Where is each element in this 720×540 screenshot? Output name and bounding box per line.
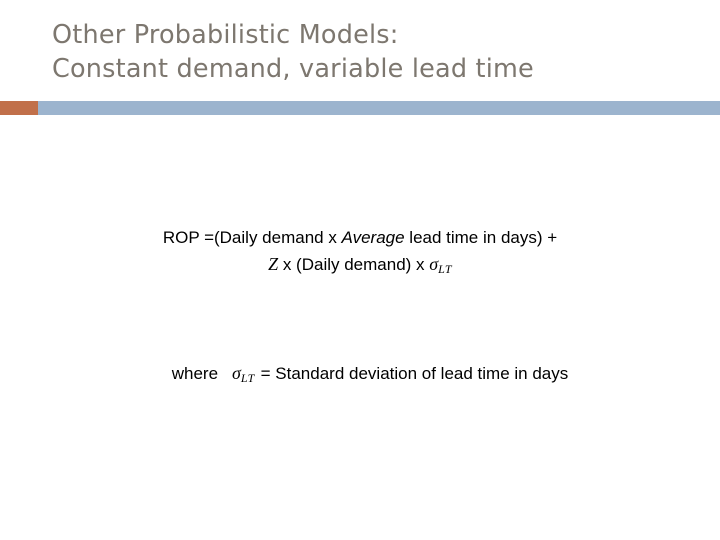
divider-main-bar [38, 101, 720, 115]
rop-formula-sigma-symbol: σ [429, 254, 439, 274]
rop-formula-z-symbol: Z [268, 254, 279, 274]
where-sigma-subscript: LT [240, 371, 255, 385]
where-definition: where σLT = Standard deviation of lead tim… [60, 360, 680, 391]
where-label: where [171, 364, 219, 383]
rop-formula-italic-average: Average [341, 228, 405, 247]
divider-accent-block [0, 101, 38, 115]
slide: Other Probabilistic Models: Constant dem… [0, 0, 720, 540]
rop-formula-sigma-subscript: LT [438, 262, 452, 276]
rop-formula: ROP =(Daily demand x Average lead time i… [60, 225, 660, 282]
slide-title: Other Probabilistic Models: Constant dem… [52, 18, 702, 86]
rop-formula-text-3: x (Daily demand) x [278, 255, 430, 274]
rop-formula-line-2: Z x (Daily demand) x σLT [60, 251, 660, 282]
rop-formula-text-1: ROP =(Daily demand x [162, 228, 342, 247]
where-definition-text: = Standard deviation of lead time in day… [260, 364, 569, 383]
rop-formula-text-2: lead time in days) + [404, 228, 558, 247]
title-divider [0, 101, 720, 115]
slide-body: ROP =(Daily demand x Average lead time i… [0, 115, 720, 540]
rop-formula-line-1: ROP =(Daily demand x Average lead time i… [60, 225, 660, 251]
where-sigma-symbol: σ [232, 363, 241, 383]
title-line-1: Other Probabilistic Models: [52, 20, 399, 50]
title-line-2: Constant demand, variable lead time [52, 54, 534, 84]
